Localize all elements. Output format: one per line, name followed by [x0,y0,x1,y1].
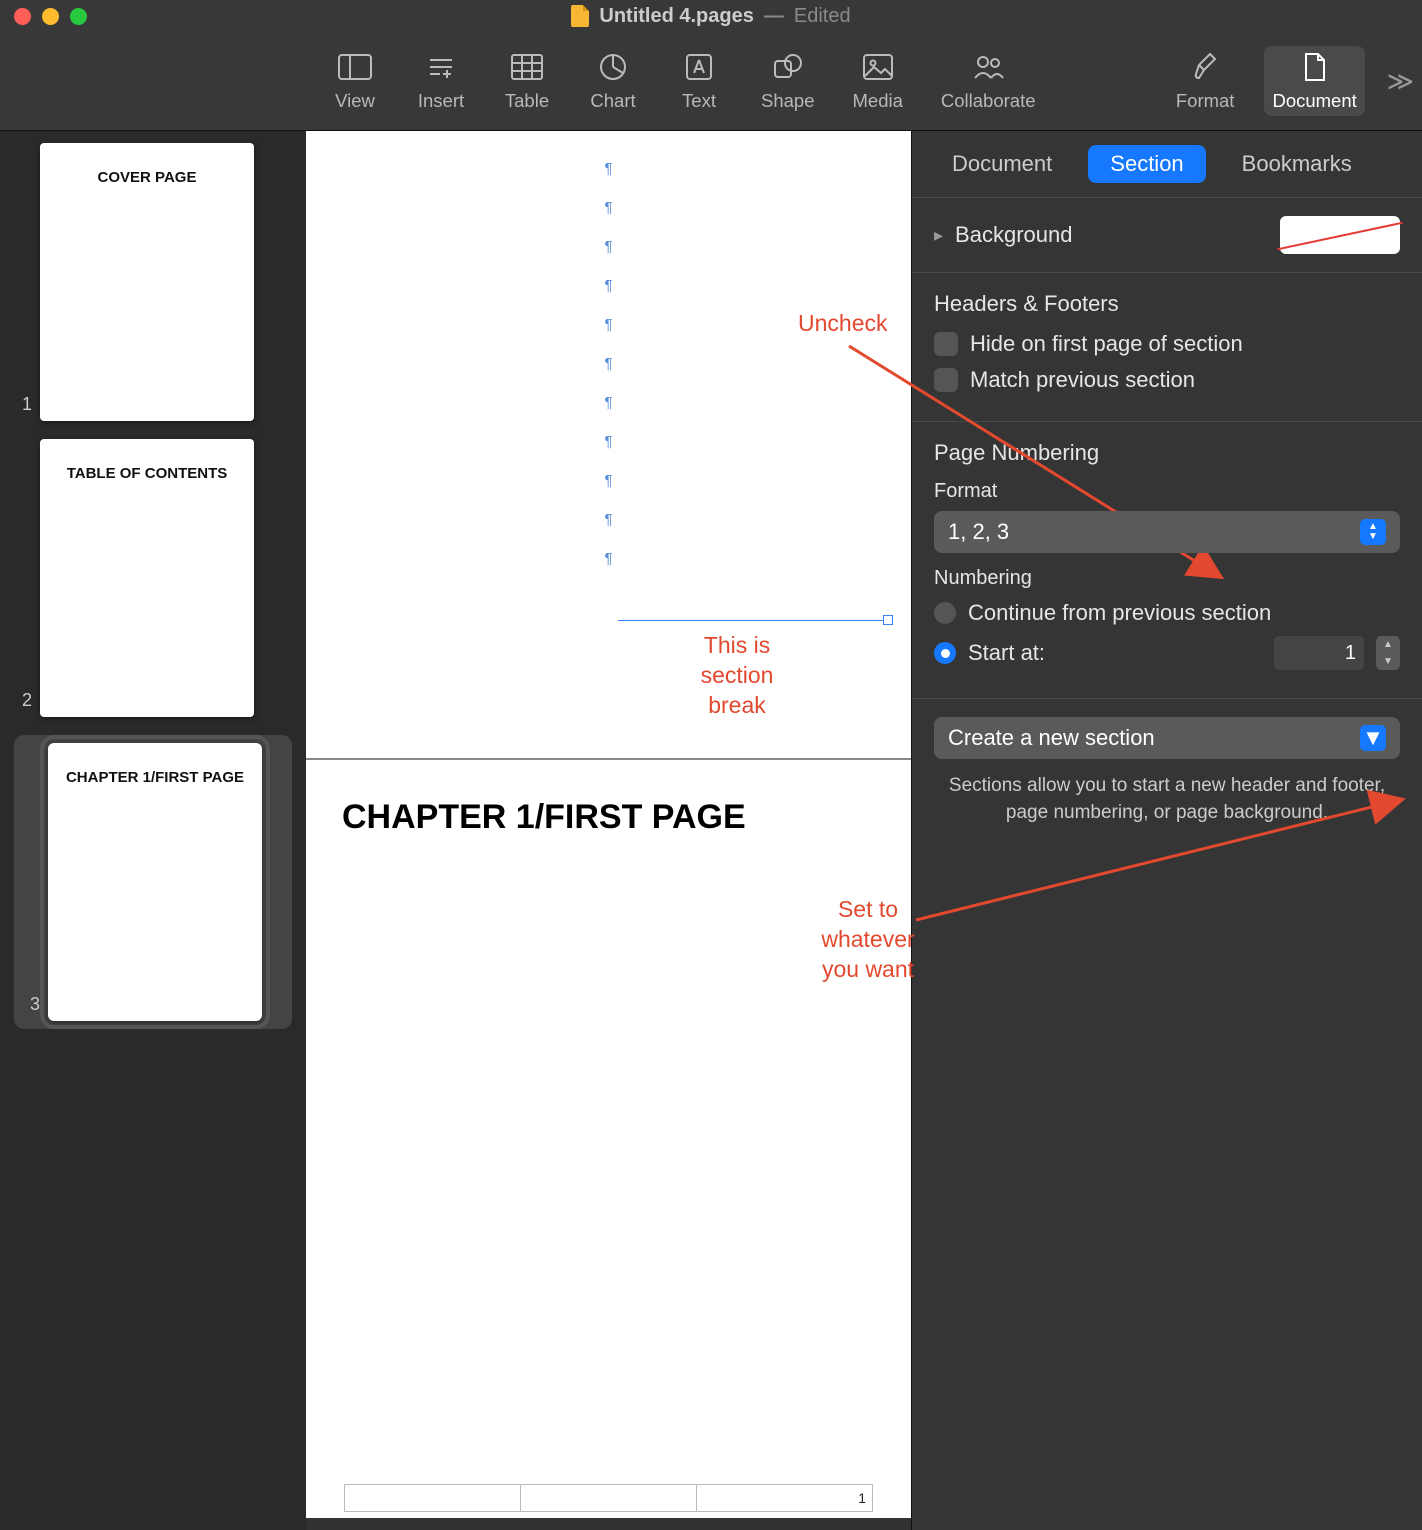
footer-cell[interactable] [521,1485,697,1511]
paragraph-marks: ¶¶¶¶¶¶¶¶¶¶¶ [604,149,612,578]
text-tool[interactable]: Text [667,46,731,116]
start-at-input[interactable] [1274,636,1364,670]
select-arrows-icon: ▲▼ [1360,519,1386,545]
page-heading: CHAPTER 1/FIRST PAGE [342,798,875,837]
insert-tool[interactable]: Insert [409,46,473,116]
stepper-down-icon[interactable]: ▼ [1376,653,1400,670]
page-numbering-section: Page Numbering Format 1, 2, 3 ▲▼ Numberi… [912,421,1422,698]
format-label: Format [934,480,1400,503]
shape-tool[interactable]: Shape [753,46,823,116]
match-previous-checkbox[interactable] [934,368,958,392]
headers-footers-title: Headers & Footers [934,291,1400,317]
numbering-label: Numbering [934,567,1400,590]
inspector-tabs: Document Section Bookmarks [912,131,1422,197]
create-section-label: Create a new section [948,725,1155,751]
document-inspector: Document Section Bookmarks ▸ Background … [912,131,1422,1530]
headers-footers-section: Headers & Footers Hide on first page of … [912,272,1422,421]
section-break-line[interactable] [618,620,889,621]
thumb-number: 1 [14,394,32,415]
window-title: Untitled 4.pages — Edited [0,5,1422,28]
footer-page-number[interactable]: 1 [697,1485,872,1511]
page-numbering-title: Page Numbering [934,440,1400,466]
continue-prev-label: Continue from previous section [968,600,1271,626]
background-disclosure[interactable]: ▸ Background [934,222,1072,248]
media-icon [863,50,893,84]
start-at-label: Start at: [968,640,1045,666]
thumb-title: TABLE OF CONTENTS [67,465,228,482]
number-format-value: 1, 2, 3 [948,519,1009,545]
chevron-right-icon: ▸ [934,225,943,246]
continue-prev-radio[interactable] [934,602,956,624]
page-thumbnail[interactable]: CHAPTER 1/FIRST PAGE [48,743,262,1021]
toolbar: View Insert Table Chart Text Shape Med [0,32,1422,131]
document-canvas[interactable]: ¶¶¶¶¶¶¶¶¶¶¶ Uncheck This is section brea… [306,131,912,1530]
create-section-area: Create a new section ▼ Sections allow yo… [912,698,1422,844]
document-icon [1303,50,1327,84]
document-tool[interactable]: Document [1264,46,1364,116]
page-thumbnail[interactable]: TABLE OF CONTENTS [40,439,254,717]
footer-cell[interactable] [345,1485,521,1511]
collaborate-icon [971,50,1005,84]
edited-label: Edited [794,5,851,28]
annotation-set-to: Set to whatever you want [808,895,928,985]
page-2[interactable]: CHAPTER 1/FIRST PAGE Set to whatever you… [306,758,911,1518]
title-bar: Untitled 4.pages — Edited [0,0,1422,32]
thumbnail-row[interactable]: 1 COVER PAGE [14,143,292,421]
table-tool[interactable]: Table [495,46,559,116]
shape-icon [773,50,803,84]
tab-bookmarks[interactable]: Bookmarks [1220,145,1374,183]
tab-section[interactable]: Section [1088,145,1205,183]
number-format-select[interactable]: 1, 2, 3 ▲▼ [934,511,1400,553]
start-at-stepper[interactable]: ▲ ▼ [1376,636,1400,670]
create-new-section-button[interactable]: Create a new section ▼ [934,717,1400,759]
background-section: ▸ Background [912,197,1422,272]
filename-label: Untitled 4.pages [599,5,753,28]
chart-tool[interactable]: Chart [581,46,645,116]
collaborate-tool[interactable]: Collaborate [933,46,1044,116]
thumb-title: CHAPTER 1/FIRST PAGE [66,769,244,786]
dropdown-arrow-icon: ▼ [1360,725,1386,751]
page-1-partial[interactable]: ¶¶¶¶¶¶¶¶¶¶¶ Uncheck This is section brea… [306,131,911,758]
thumb-number: 3 [22,994,40,1015]
thumb-title: COVER PAGE [98,169,197,186]
chart-icon [599,50,627,84]
hide-first-page-label: Hide on first page of section [970,331,1243,357]
page-footer[interactable]: 1 [344,1484,873,1512]
thumbnail-row[interactable]: 2 TABLE OF CONTENTS [14,439,292,717]
view-icon [338,50,372,84]
format-tool[interactable]: Format [1168,46,1243,116]
toolbar-overflow-icon[interactable]: ≫ [1387,66,1422,97]
format-paintbrush-icon [1192,50,1218,84]
background-label: Background [955,222,1072,248]
start-at-radio[interactable] [934,642,956,664]
background-color-swatch[interactable] [1280,216,1400,254]
hide-first-page-checkbox[interactable] [934,332,958,356]
view-tool[interactable]: View [323,46,387,116]
pages-document-icon [571,5,589,27]
page-thumbnail[interactable]: COVER PAGE [40,143,254,421]
match-previous-label: Match previous section [970,367,1195,393]
insert-icon [426,50,456,84]
stepper-up-icon[interactable]: ▲ [1376,636,1400,653]
page-thumbnails-sidebar: 1 COVER PAGE 2 TABLE OF CONTENTS 3 CHAPT… [0,131,306,1530]
separator: — [764,5,784,28]
text-icon [685,50,713,84]
media-tool[interactable]: Media [845,46,911,116]
section-help-text: Sections allow you to start a new header… [934,773,1400,826]
section-break-handle[interactable] [883,615,893,625]
thumb-number: 2 [14,690,32,711]
thumbnail-row-selected[interactable]: 3 CHAPTER 1/FIRST PAGE [14,735,292,1029]
table-icon [511,50,543,84]
tab-document[interactable]: Document [930,145,1074,183]
